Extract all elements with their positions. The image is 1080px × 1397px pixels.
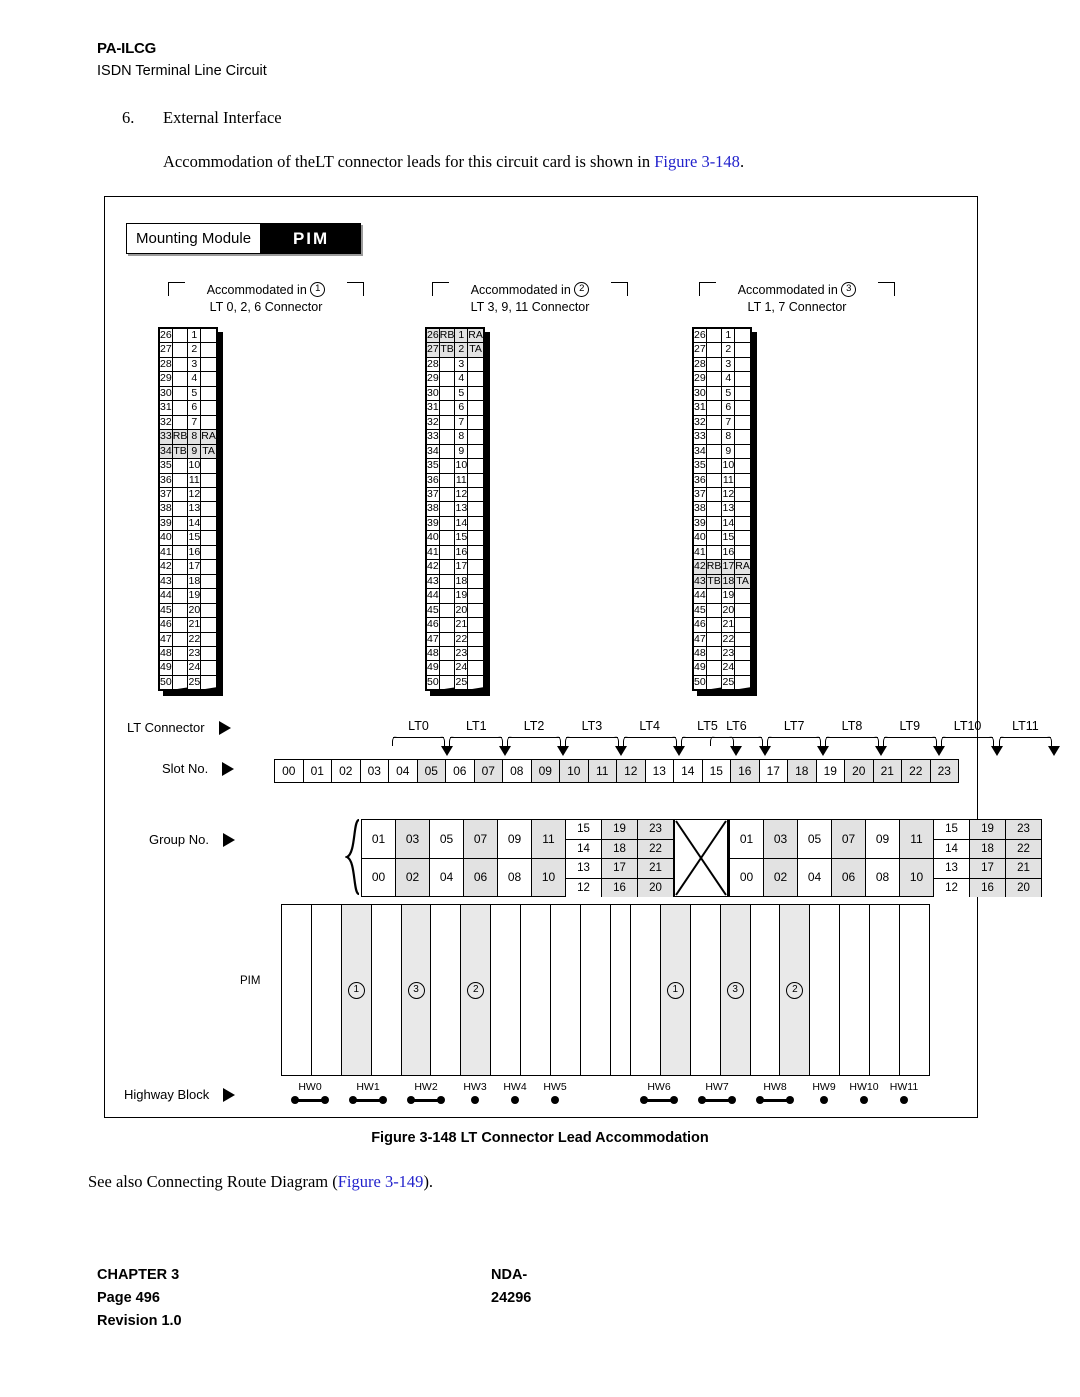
highway-label: HW7 [705, 1081, 729, 1093]
highway-marker [495, 1095, 535, 1104]
figure-link-148[interactable]: Figure 3-148 [654, 152, 740, 171]
intro-paragraph: Accommodation of theLT connector leads f… [163, 152, 744, 172]
highway-label: HW9 [812, 1081, 836, 1093]
highway-dot [820, 1096, 828, 1104]
highway-block: HW0 [281, 1081, 339, 1104]
highway-marker [746, 1095, 804, 1104]
highway-block: HW4 [495, 1081, 535, 1104]
highway-block: HW6 [630, 1081, 688, 1104]
highway-dot [728, 1096, 736, 1104]
footer-revision: Revision 1.0 [97, 1313, 182, 1329]
product-subtitle: ISDN Terminal Line Circuit [97, 63, 267, 79]
page-header: PA-ILCG ISDN Terminal Line Circuit [97, 40, 267, 79]
highway-label: HW0 [298, 1081, 322, 1093]
highway-label: HW4 [503, 1081, 527, 1093]
highway-dot [511, 1096, 519, 1104]
highway-marker [455, 1095, 495, 1104]
highway-dot [379, 1096, 387, 1104]
highway-block-row: HW0 HW1 HW2 HW3 HW4 HW5 HW6 HW7 HW8 HW9 HW10 HW11 [105, 197, 977, 1117]
footer-chapter: CHAPTER 3 [97, 1267, 180, 1283]
highway-block: HW8 [746, 1081, 804, 1104]
highway-marker [535, 1095, 575, 1104]
lt-connector-name: LT11 [1012, 719, 1039, 733]
highway-label: HW1 [356, 1081, 380, 1093]
highway-marker [688, 1095, 746, 1104]
group-cell: 20 [1006, 878, 1041, 897]
highway-block: HW11 [884, 1081, 924, 1104]
intro-text-before: Accommodation of the [163, 152, 316, 171]
group-quad-column[interactable]: 23 22 21 20 [1006, 820, 1041, 897]
highway-block: HW7 [688, 1081, 746, 1104]
highway-block: HW1 [339, 1081, 397, 1104]
figure-caption: Figure 3-148 LT Connector Lead Accommoda… [371, 1130, 709, 1146]
highway-dot [670, 1096, 678, 1104]
highway-label: HW2 [414, 1081, 438, 1093]
highway-marker [804, 1095, 844, 1104]
page-footer: CHAPTER 3 Page 496 Revision 1.0 NDA-2429… [97, 1264, 531, 1333]
highway-dot [900, 1096, 908, 1104]
highway-dot [321, 1096, 329, 1104]
highway-dot [786, 1096, 794, 1104]
highway-block: HW5 [535, 1081, 575, 1104]
section-title: External Interface [163, 108, 282, 127]
highway-block: HW9 [804, 1081, 844, 1104]
highway-label: HW3 [463, 1081, 487, 1093]
highway-label: HW6 [647, 1081, 671, 1093]
section-number: 6. [122, 108, 135, 127]
lt-connector-notch [1048, 746, 1061, 756]
footer-document-number: NDA-24296 [491, 1267, 532, 1306]
highway-block: HW3 [455, 1081, 495, 1104]
intro-text-mid: LT connector leads for this circuit card… [315, 152, 655, 171]
highway-marker [844, 1095, 884, 1104]
group-cell: 21 [1006, 859, 1041, 879]
figure-frame: Mounting Module PIM Accommodated in 1 LT… [104, 196, 1061, 1118]
figure-link-149[interactable]: Figure 3-149 [338, 1172, 424, 1191]
highway-block: HW10 [844, 1081, 884, 1104]
see-also-note: See also Connecting Route Diagram (Figur… [88, 1172, 434, 1191]
intro-text-after: . [739, 152, 745, 171]
highway-dot [860, 1096, 868, 1104]
highway-label: HW11 [889, 1081, 919, 1093]
highway-marker [884, 1095, 924, 1104]
group-cell: 23 [1006, 820, 1041, 840]
product-code: PA-ILCG [97, 40, 157, 57]
highway-label: HW5 [543, 1081, 567, 1093]
highway-dot [471, 1096, 479, 1104]
highway-marker [630, 1095, 688, 1104]
highway-block: HW2 [397, 1081, 455, 1104]
highway-label: HW8 [763, 1081, 787, 1093]
highway-marker [339, 1095, 397, 1104]
highway-marker [281, 1095, 339, 1104]
highway-dot [437, 1096, 445, 1104]
group-cell: 22 [1006, 839, 1041, 859]
highway-marker [397, 1095, 455, 1104]
lt-connector-brace [998, 736, 1053, 749]
highway-label: HW10 [849, 1081, 879, 1093]
highway-dot [551, 1096, 559, 1104]
footer-page: Page 496 [97, 1290, 160, 1306]
